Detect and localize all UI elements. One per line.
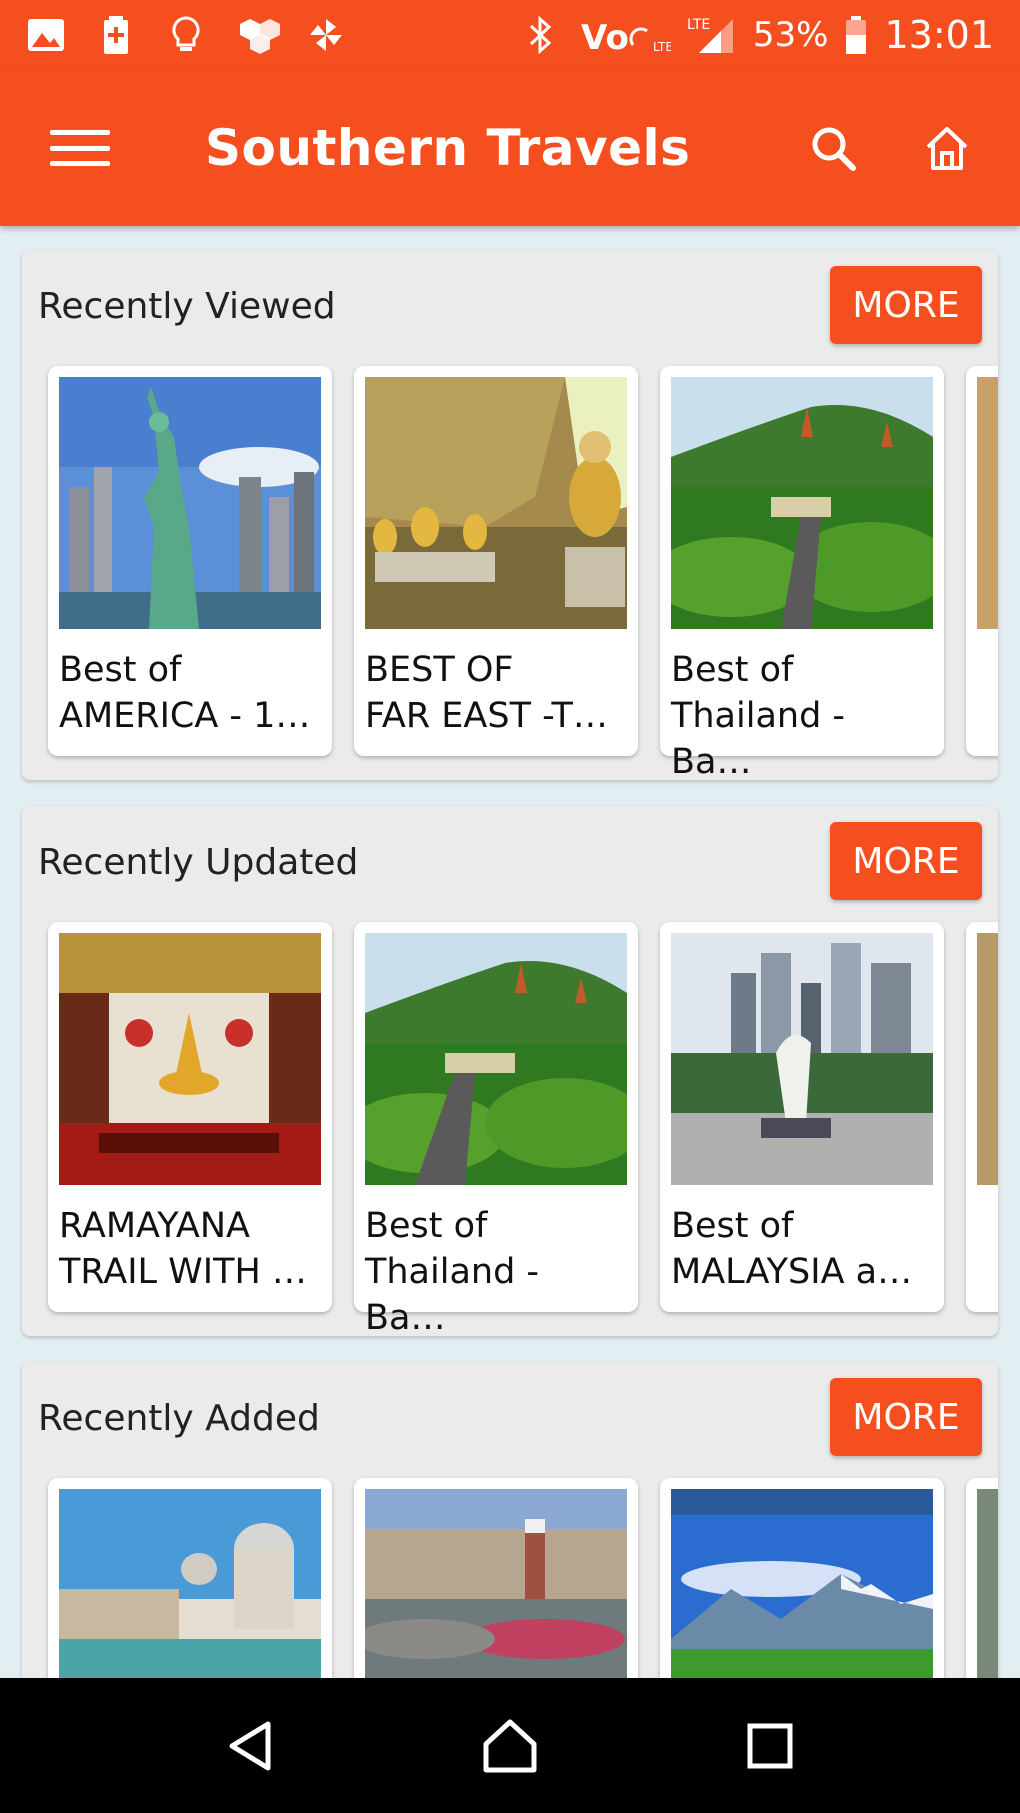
svg-text:Vo: Vo: [581, 18, 629, 55]
tour-card[interactable]: Best of MALAYSIA a…: [660, 922, 944, 1312]
tour-card[interactable]: [48, 1478, 332, 1678]
tour-card[interactable]: [354, 1478, 638, 1678]
app-bar: Southern Travels: [0, 70, 1020, 226]
tour-image: [365, 1489, 627, 1678]
tour-card[interactable]: BEST OF FAR EAST -T…: [354, 366, 638, 756]
more-button[interactable]: MORE: [830, 822, 982, 900]
home-icon[interactable]: [919, 120, 975, 176]
tour-image: [977, 933, 998, 1185]
more-button[interactable]: MORE: [830, 266, 982, 344]
tour-card[interactable]: Best of Thailand - Ba…: [660, 366, 944, 780]
menu-icon[interactable]: [50, 126, 110, 170]
tour-image: [59, 933, 321, 1185]
content-scroll[interactable]: Recently Viewed MORE Best of AMERICA - 1…: [0, 226, 1020, 1678]
tour-card[interactable]: [660, 1478, 944, 1678]
lightbulb-icon: [166, 15, 206, 55]
tour-title: RAMAYANA TRAIL WITH …: [59, 1206, 307, 1292]
volte-icon: Vo LTE: [581, 15, 673, 58]
tour-title: Best of Thailand - Ba…: [365, 1206, 540, 1336]
tour-image: [671, 933, 933, 1185]
tour-image: [671, 377, 933, 629]
tour-title: BEST OF FAR EAST -T…: [365, 650, 608, 736]
tour-image: [365, 377, 627, 629]
tour-title: Best of AMERICA - 1…: [59, 650, 311, 736]
battery-percent: 53%: [752, 15, 829, 55]
home-nav-icon[interactable]: [470, 1706, 550, 1786]
cluster-icon: [236, 15, 280, 55]
section-title: Recently Updated: [38, 842, 359, 883]
tour-card-partial[interactable]: [966, 922, 998, 1312]
tour-image: [59, 1489, 321, 1678]
pinwheel-icon: [306, 15, 346, 55]
battery-saver-icon: [96, 15, 136, 55]
svg-text:LTE: LTE: [653, 40, 671, 54]
tour-card[interactable]: Best of AMERICA - 1…: [48, 366, 332, 756]
more-button[interactable]: MORE: [830, 1378, 982, 1456]
tour-card[interactable]: Best of Thailand - Ba…: [354, 922, 638, 1336]
tour-card-partial[interactable]: [966, 366, 998, 756]
tour-title: Best of Thailand - Ba…: [671, 650, 846, 780]
svg-text:LTE: LTE: [687, 17, 710, 33]
tour-image: [365, 933, 627, 1185]
recents-icon[interactable]: [730, 1706, 810, 1786]
tour-image: [977, 377, 998, 629]
lte-signal-icon: LTE: [687, 15, 737, 55]
app-title: Southern Travels: [205, 119, 691, 177]
back-icon[interactable]: [210, 1706, 290, 1786]
status-bar: Vo LTE LTE 53% 13:01: [0, 0, 1020, 70]
section-recently-updated: Recently Updated MORE RAMAYANA TRAIL WIT…: [22, 806, 998, 1336]
section-recently-added: Recently Added MORE: [22, 1362, 998, 1678]
tour-title: Best of MALAYSIA a…: [671, 1206, 913, 1292]
section-title: Recently Viewed: [38, 286, 336, 327]
bluetooth-icon: [525, 15, 565, 55]
battery-icon: [844, 15, 868, 55]
tour-card[interactable]: RAMAYANA TRAIL WITH …: [48, 922, 332, 1312]
image-icon: [26, 15, 66, 55]
section-recently-viewed: Recently Viewed MORE Best of AMERICA - 1…: [22, 250, 998, 780]
tour-image: [977, 1489, 998, 1678]
tour-image: [671, 1489, 933, 1678]
tour-image: [59, 377, 321, 629]
tour-card-partial[interactable]: [966, 1478, 998, 1678]
section-title: Recently Added: [38, 1398, 320, 1439]
search-icon[interactable]: [805, 120, 861, 176]
clock: 13:01: [884, 13, 994, 57]
system-nav-bar: [0, 1678, 1020, 1813]
